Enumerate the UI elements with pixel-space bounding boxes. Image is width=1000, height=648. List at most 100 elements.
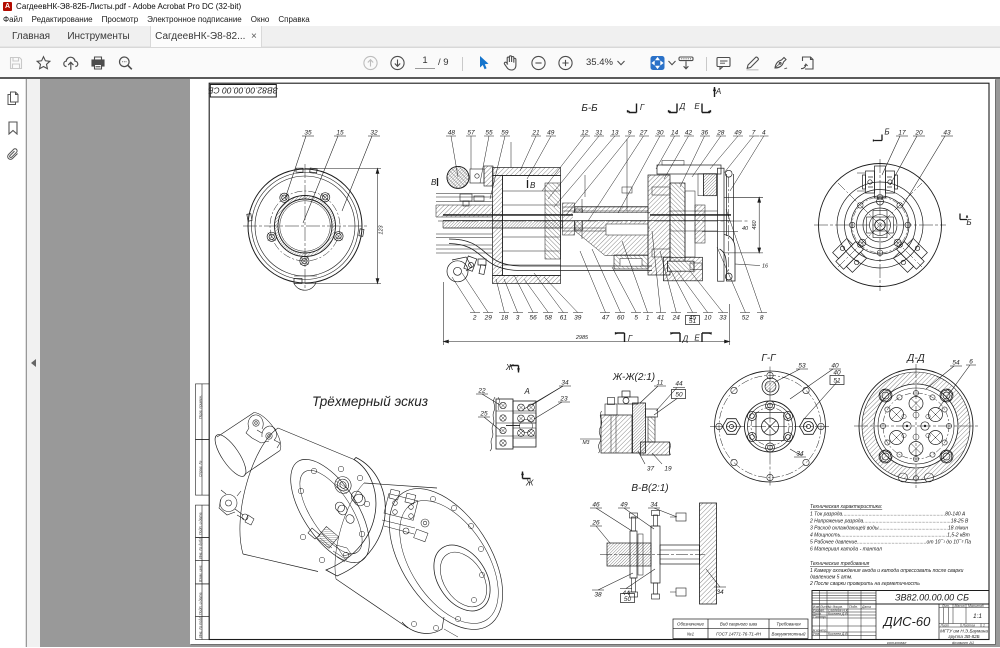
svg-text:В-В(2:1): В-В(2:1) bbox=[631, 483, 668, 494]
svg-text:копировал: копировал bbox=[887, 640, 907, 644]
svg-text:Дата: Дата bbox=[861, 605, 871, 609]
svg-text:14: 14 bbox=[671, 130, 679, 137]
svg-text:460: 460 bbox=[752, 219, 758, 229]
svg-text:Д: Д bbox=[679, 102, 686, 111]
svg-text:5 Рабочее давление............: 5 Рабочее давление......................… bbox=[810, 539, 971, 546]
svg-text:Листов: Листов bbox=[962, 624, 976, 628]
svg-text:Г: Г bbox=[640, 103, 645, 112]
svg-text:Масса: Масса bbox=[955, 604, 965, 608]
svg-text:Ж: Ж bbox=[525, 479, 534, 488]
svg-text:ГОСТ 14771-76-Т1-4Н: ГОСТ 14771-76-Т1-4Н bbox=[716, 631, 762, 636]
svg-text:53: 53 bbox=[798, 363, 806, 370]
svg-text:33: 33 bbox=[719, 315, 727, 322]
svg-text:6 Материал катода - тантал: 6 Материал катода - тантал bbox=[810, 547, 882, 553]
svg-text:13: 13 bbox=[611, 130, 619, 137]
svg-text:40: 40 bbox=[831, 363, 839, 370]
svg-text:123: 123 bbox=[379, 224, 385, 234]
svg-text:31: 31 bbox=[595, 130, 603, 137]
svg-text:38: 38 bbox=[594, 592, 602, 599]
svg-text:34: 34 bbox=[650, 502, 658, 509]
svg-text:29: 29 bbox=[484, 315, 493, 322]
svg-text:11: 11 bbox=[657, 380, 664, 387]
svg-text:ЗВ82.00.00.00 СБ: ЗВ82.00.00.00 СБ bbox=[895, 593, 969, 603]
svg-text:27: 27 bbox=[639, 130, 648, 137]
svg-text:34: 34 bbox=[561, 380, 569, 387]
svg-text:40: 40 bbox=[742, 226, 749, 232]
svg-text:26: 26 bbox=[591, 520, 600, 527]
svg-text:Е: Е bbox=[694, 102, 700, 111]
svg-text:46: 46 bbox=[592, 502, 600, 509]
svg-text:34: 34 bbox=[716, 589, 724, 596]
svg-text:Ж-Ж(2:1): Ж-Ж(2:1) bbox=[612, 372, 655, 383]
svg-text:А: А bbox=[524, 387, 530, 396]
svg-text:2985: 2985 bbox=[575, 335, 589, 341]
svg-text:Б: Б bbox=[884, 128, 889, 137]
svg-text:Лит.: Лит. bbox=[941, 604, 950, 608]
svg-text:3: 3 bbox=[516, 315, 520, 322]
svg-text:23: 23 bbox=[559, 396, 568, 403]
svg-text:группа ЗВ-82Б: группа ЗВ-82Б bbox=[948, 634, 979, 639]
svg-text:4: 4 bbox=[762, 130, 766, 137]
svg-text:М3: М3 bbox=[583, 440, 590, 446]
svg-text:10: 10 bbox=[704, 315, 712, 322]
svg-text:В: В bbox=[530, 181, 536, 190]
svg-text:50: 50 bbox=[675, 392, 683, 399]
svg-text:Т.контр.: Т.контр. bbox=[813, 615, 827, 619]
svg-text:А: А bbox=[715, 87, 721, 96]
svg-text:1: 1 bbox=[983, 624, 985, 628]
svg-text:6: 6 bbox=[969, 359, 973, 366]
svg-text:Лист: Лист bbox=[940, 624, 950, 628]
svg-text:8: 8 bbox=[760, 315, 764, 322]
svg-text:1: 1 bbox=[646, 315, 650, 322]
svg-text:5: 5 bbox=[634, 315, 638, 322]
svg-text:45: 45 bbox=[689, 315, 697, 322]
svg-text:ЗВ82.00.00.00 СБ: ЗВ82.00.00.00 СБ bbox=[208, 85, 278, 95]
svg-text:24: 24 bbox=[672, 315, 681, 322]
svg-text:50: 50 bbox=[624, 596, 632, 603]
svg-text:1:1: 1:1 bbox=[973, 613, 982, 620]
svg-text:43: 43 bbox=[943, 130, 951, 137]
svg-text:Технические требования: Технические требования bbox=[810, 561, 870, 567]
svg-text:Перв. примен.: Перв. примен. bbox=[199, 395, 203, 419]
svg-text:17: 17 bbox=[898, 130, 906, 137]
svg-text:Инв. № подл.: Инв. № подл. bbox=[199, 616, 203, 638]
svg-text:49: 49 bbox=[547, 130, 555, 137]
svg-text:56: 56 bbox=[529, 315, 537, 322]
svg-text:57: 57 bbox=[467, 130, 475, 137]
svg-text:Подп. и дата: Подп. и дата bbox=[199, 513, 203, 536]
svg-text:9: 9 bbox=[628, 130, 632, 137]
svg-text:2: 2 bbox=[472, 315, 477, 322]
svg-text:55: 55 bbox=[485, 130, 493, 137]
svg-text:61: 61 bbox=[560, 315, 568, 322]
svg-text:формат А1: формат А1 bbox=[952, 640, 974, 644]
svg-text:30: 30 bbox=[656, 130, 664, 137]
svg-text:42: 42 bbox=[685, 130, 693, 137]
svg-text:36: 36 bbox=[701, 130, 709, 137]
svg-text:Г-Г: Г-Г bbox=[761, 353, 777, 364]
svg-text:2 Напряжение разряда..........: 2 Напряжение разряда....................… bbox=[809, 519, 969, 525]
svg-text:20: 20 bbox=[914, 130, 923, 137]
svg-text:35: 35 bbox=[304, 130, 312, 137]
svg-text:18: 18 bbox=[501, 315, 509, 322]
svg-text:15: 15 bbox=[336, 130, 344, 137]
svg-text:Ж: Ж bbox=[505, 363, 514, 372]
svg-text:Б-Б: Б-Б bbox=[581, 103, 598, 114]
svg-text:Д-Д: Д-Д bbox=[906, 353, 924, 364]
svg-text:37: 37 bbox=[647, 466, 655, 473]
svg-text:Е: Е bbox=[694, 334, 700, 343]
svg-text:58: 58 bbox=[545, 315, 553, 322]
svg-text:28: 28 bbox=[716, 130, 725, 137]
svg-text:Справ. №: Справ. № bbox=[199, 461, 203, 477]
svg-text:Трёхмерный эскиз: Трёхмерный эскиз bbox=[312, 394, 428, 409]
svg-text:16: 16 bbox=[762, 264, 769, 270]
svg-text:Утв.: Утв. bbox=[813, 632, 821, 636]
svg-text:44: 44 bbox=[675, 381, 683, 388]
svg-text:49: 49 bbox=[620, 502, 628, 509]
svg-text:19: 19 bbox=[664, 466, 672, 473]
svg-text:59: 59 bbox=[501, 130, 509, 137]
svg-text:Техническая характеристика:: Техническая характеристика: bbox=[810, 504, 883, 510]
svg-text:2 После сварки проверить на ге: 2 После сварки проверить на герметичност… bbox=[809, 581, 920, 587]
svg-text:32: 32 bbox=[370, 130, 378, 137]
svg-text:Подп.: Подп. bbox=[849, 605, 858, 609]
svg-text:49: 49 bbox=[734, 130, 742, 137]
